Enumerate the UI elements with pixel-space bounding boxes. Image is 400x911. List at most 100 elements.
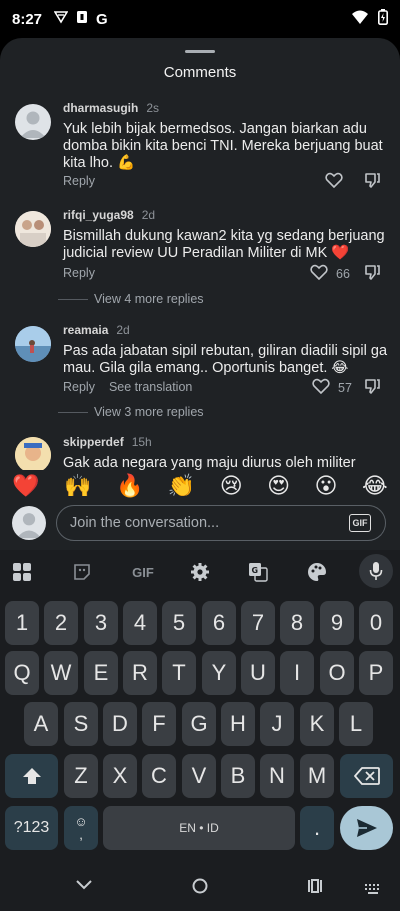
comment-username[interactable]: reamaia 2d [63, 323, 130, 337]
reply-divider [58, 298, 88, 300]
emoji-fire-button[interactable]: 🔥 [116, 473, 143, 499]
view-more-replies-label[interactable]: View 3 more replies [94, 405, 204, 419]
comment-input[interactable]: Join the conversation... GIF [56, 505, 386, 541]
key-3[interactable]: 3 [84, 601, 118, 645]
chevron-down-icon[interactable] [76, 877, 92, 895]
like-group[interactable]: 66 [310, 264, 350, 283]
avatar[interactable] [15, 437, 51, 470]
heart-icon[interactable] [310, 264, 328, 283]
key-0[interactable]: 0 [359, 601, 393, 645]
emoji-raised-hands-button[interactable]: 🙌 [64, 473, 91, 499]
space-key[interactable]: EN • ID [103, 806, 295, 850]
palette-icon[interactable] [305, 560, 329, 584]
key-x[interactable]: X [103, 754, 137, 798]
see-translation-button[interactable]: See translation [109, 380, 192, 394]
comment-username[interactable]: dharmasugih 2s [63, 101, 159, 115]
home-circle-icon[interactable] [192, 878, 208, 899]
view-more-replies-button[interactable]: View 3 more replies [58, 405, 204, 419]
key-z[interactable]: Z [64, 754, 98, 798]
reply-button[interactable]: Reply [63, 174, 95, 188]
heart-icon[interactable] [325, 172, 343, 193]
view-more-replies-button[interactable]: View 4 more replies [58, 292, 204, 306]
key-u[interactable]: U [241, 651, 275, 695]
key-j[interactable]: J [260, 702, 294, 746]
backspace-key[interactable] [340, 754, 393, 798]
key-v[interactable]: V [182, 754, 216, 798]
svg-text:G: G [252, 566, 259, 575]
key-1[interactable]: 1 [5, 601, 39, 645]
emoji-surprised-button[interactable]: 😮 [315, 473, 338, 499]
avatar[interactable] [15, 104, 51, 140]
comment-text: Yuk lebih bijak bermedsos. Jangan biarka… [63, 121, 383, 171]
period-key[interactable]: . [300, 806, 334, 850]
key-9[interactable]: 9 [320, 601, 354, 645]
avatar[interactable] [15, 211, 51, 247]
key-p[interactable]: P [359, 651, 393, 695]
shift-key[interactable] [5, 754, 58, 798]
key-a[interactable]: A [24, 702, 58, 746]
dislike-icon[interactable] [364, 264, 381, 286]
username-text[interactable]: rifqi_yuga98 [63, 208, 134, 222]
avatar[interactable] [15, 326, 51, 362]
reply-button[interactable]: Reply [63, 380, 95, 394]
key-f[interactable]: F [142, 702, 176, 746]
key-q[interactable]: Q [5, 651, 39, 695]
key-7[interactable]: 7 [241, 601, 275, 645]
gif-button[interactable]: GIF [349, 514, 371, 532]
key-e[interactable]: E [84, 651, 118, 695]
comment-actions: Reply [63, 174, 95, 188]
key-8[interactable]: 8 [280, 601, 314, 645]
gif-icon[interactable]: GIF [128, 560, 158, 584]
like-group[interactable]: 57 [312, 378, 352, 397]
reply-button[interactable]: Reply [63, 266, 95, 280]
key-h[interactable]: H [221, 702, 255, 746]
emoji-key[interactable]: ☺ , [64, 806, 98, 850]
key-2[interactable]: 2 [44, 601, 78, 645]
comment-username[interactable]: rifqi_yuga98 2d [63, 208, 155, 222]
key-d[interactable]: D [103, 702, 137, 746]
heart-icon[interactable] [312, 378, 330, 397]
drag-handle[interactable] [185, 50, 215, 53]
symbols-key[interactable]: ?123 [5, 806, 58, 850]
key-r[interactable]: R [123, 651, 157, 695]
comment-username[interactable]: skipperdef 15h [63, 435, 152, 449]
key-m[interactable]: M [300, 754, 334, 798]
key-s[interactable]: S [64, 702, 98, 746]
emoji-heart-button[interactable]: ❤️ [12, 473, 39, 499]
key-y[interactable]: Y [202, 651, 236, 695]
recents-icon[interactable] [307, 879, 323, 898]
translate-icon[interactable]: G [246, 560, 270, 584]
key-i[interactable]: I [280, 651, 314, 695]
key-o[interactable]: O [320, 651, 354, 695]
username-text[interactable]: dharmasugih [63, 101, 138, 115]
view-more-replies-label[interactable]: View 4 more replies [94, 292, 204, 306]
key-n[interactable]: N [260, 754, 294, 798]
key-k[interactable]: K [300, 702, 334, 746]
send-key[interactable] [340, 806, 393, 850]
key-4[interactable]: 4 [123, 601, 157, 645]
key-c[interactable]: C [142, 754, 176, 798]
key-w[interactable]: W [44, 651, 78, 695]
emoji-heart-eyes-button[interactable]: 😍 [267, 473, 290, 499]
key-b[interactable]: B [221, 754, 255, 798]
keyboard-switch-icon[interactable] [365, 881, 381, 899]
sticker-icon[interactable] [70, 560, 94, 584]
emoji-crying-button[interactable]: 😢 [220, 473, 243, 499]
dislike-icon[interactable] [364, 172, 381, 194]
microphone-icon[interactable] [359, 554, 393, 588]
settings-gear-icon[interactable] [188, 560, 212, 584]
emoji-laughing-button[interactable]: 😂 [362, 473, 388, 499]
emoji-clap-button[interactable]: 👏 [168, 473, 195, 499]
dislike-icon[interactable] [364, 378, 381, 400]
key-6[interactable]: 6 [202, 601, 236, 645]
key-g[interactable]: G [182, 702, 216, 746]
key-l[interactable]: L [339, 702, 373, 746]
username-text[interactable]: skipperdef [63, 435, 124, 449]
wifi-icon [352, 10, 368, 29]
key-t[interactable]: T [162, 651, 196, 695]
user-avatar [12, 506, 46, 540]
shift-arrow-icon [22, 768, 41, 784]
key-5[interactable]: 5 [162, 601, 196, 645]
username-text[interactable]: reamaia [63, 323, 108, 337]
apps-grid-icon[interactable] [10, 560, 34, 584]
